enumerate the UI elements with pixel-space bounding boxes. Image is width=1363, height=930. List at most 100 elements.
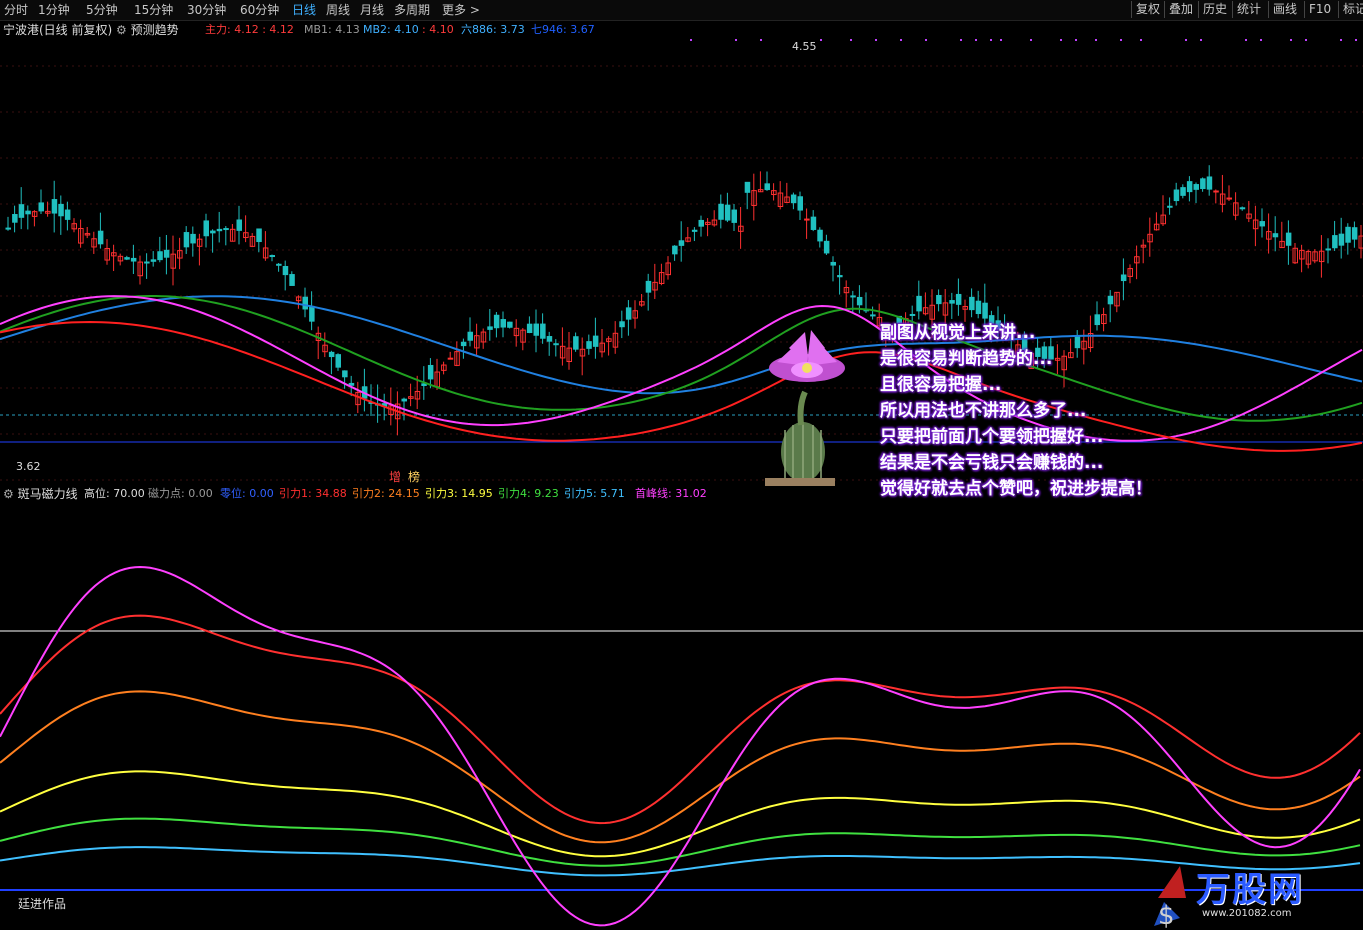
watermark-url: www.201082.com bbox=[1202, 908, 1292, 919]
candle-body bbox=[1107, 295, 1114, 305]
tab-more[interactable]: 更多 > bbox=[442, 2, 480, 18]
indicator-label: 预测趋势 bbox=[130, 23, 179, 37]
signal-dot bbox=[1260, 39, 1262, 41]
candle-body bbox=[157, 251, 163, 261]
cactus-flower-image bbox=[765, 330, 845, 486]
gear-icon[interactable]: ⚙ bbox=[116, 23, 127, 37]
candle-body bbox=[1226, 197, 1232, 200]
candle-body bbox=[447, 357, 454, 360]
signal-dot bbox=[990, 39, 992, 41]
signal-dot bbox=[1305, 39, 1307, 41]
candle-body bbox=[64, 209, 71, 220]
candle-body bbox=[586, 341, 592, 349]
candle-body bbox=[269, 255, 275, 258]
signal-dot bbox=[690, 39, 692, 41]
author-label: 廷进作品 bbox=[18, 897, 67, 911]
candle-body bbox=[830, 261, 836, 266]
candle-body bbox=[342, 370, 348, 378]
candle-body bbox=[1167, 205, 1173, 208]
candle-body bbox=[1200, 178, 1206, 190]
tab-30min[interactable]: 30分钟 bbox=[187, 2, 226, 18]
tab-1min[interactable]: 1分钟 bbox=[38, 2, 70, 18]
candle-body bbox=[309, 305, 315, 322]
tab-60min[interactable]: 60分钟 bbox=[240, 2, 279, 18]
signal-dot bbox=[760, 39, 762, 41]
candle-body bbox=[764, 183, 770, 191]
watermark-brand: 万股网 bbox=[1196, 870, 1304, 910]
candle-body bbox=[540, 323, 546, 339]
candle-body bbox=[1345, 226, 1351, 243]
tab-daily[interactable]: 日线 bbox=[292, 2, 316, 18]
overlay-line-5: 结果是不会亏钱只会赚钱的... bbox=[880, 453, 1104, 473]
candle-body bbox=[1259, 221, 1265, 227]
candle-body bbox=[982, 302, 988, 319]
candle-body bbox=[1338, 233, 1345, 246]
signal-dot bbox=[925, 39, 927, 41]
tab-15min[interactable]: 15分钟 bbox=[134, 2, 173, 18]
candle-body bbox=[500, 319, 506, 328]
candle-body bbox=[724, 204, 731, 221]
stock-title[interactable]: 宁波港(日线 前复权) bbox=[3, 23, 112, 37]
candle-body bbox=[823, 240, 830, 254]
gear-icon[interactable]: ⚙ bbox=[3, 487, 14, 501]
candle-body bbox=[797, 196, 803, 211]
candle-body bbox=[1186, 181, 1193, 193]
tab-fenshi[interactable]: 分时 bbox=[4, 2, 28, 18]
sub-value-4: 引力2: 24.15 bbox=[352, 487, 420, 500]
signal-dot bbox=[900, 39, 902, 41]
candle-body bbox=[223, 228, 229, 231]
sub-indicator-label: 斑马磁力线 bbox=[17, 487, 78, 501]
signal-dot bbox=[975, 39, 977, 41]
f10-button[interactable]: F10 bbox=[1304, 1, 1331, 18]
candle-body bbox=[619, 321, 625, 328]
mark-button[interactable]: 标记 bbox=[1338, 1, 1363, 18]
candlestick-chart[interactable] bbox=[0, 36, 1363, 484]
candle-body bbox=[546, 336, 553, 342]
candle-body bbox=[870, 314, 876, 317]
overlay-line-4: 只要把前面几个要领把握好... bbox=[880, 427, 1104, 447]
indicator-name[interactable]: ⚙ 预测趋势 bbox=[116, 23, 179, 37]
ma-red-line bbox=[0, 320, 1363, 452]
candle-body bbox=[5, 227, 11, 230]
sub-indicator-name[interactable]: ⚙ 斑马磁力线 bbox=[3, 487, 78, 501]
overlay-line-3: 所以用法也不讲那么多了... bbox=[880, 401, 1087, 421]
stats-button[interactable]: 统计 bbox=[1232, 1, 1261, 18]
ma-value-2: MB2: 4.10 bbox=[363, 23, 419, 36]
tab-5min[interactable]: 5分钟 bbox=[86, 2, 118, 18]
signal-dot bbox=[1095, 39, 1097, 41]
candle-body bbox=[1213, 190, 1219, 193]
tab-multi-period[interactable]: 多周期 bbox=[394, 2, 430, 18]
candle-body bbox=[427, 364, 434, 380]
signal-dot bbox=[850, 39, 852, 41]
candle-body bbox=[1173, 189, 1180, 202]
signal-dot bbox=[735, 39, 737, 41]
history-button[interactable]: 历史 bbox=[1198, 1, 1227, 18]
candle-body bbox=[203, 220, 209, 237]
overlay-button[interactable]: 叠加 bbox=[1164, 1, 1193, 18]
high-price-label: 4.55 bbox=[792, 40, 817, 53]
candle-body bbox=[916, 295, 922, 312]
candle-body bbox=[289, 274, 295, 286]
signal-dot bbox=[1075, 39, 1077, 41]
draw-button[interactable]: 画线 bbox=[1268, 1, 1297, 18]
signal-dot bbox=[1120, 39, 1122, 41]
candle-body bbox=[401, 398, 407, 402]
candle-body bbox=[856, 296, 863, 306]
marker-bang: 榜 bbox=[408, 470, 421, 484]
signal-dot bbox=[960, 39, 962, 41]
tab-monthly[interactable]: 月线 bbox=[360, 2, 384, 18]
tab-weekly[interactable]: 周线 bbox=[326, 2, 350, 18]
overlay-line-1: 是很容易判断趋势的... bbox=[880, 349, 1053, 369]
sub-value-0: 高位: 70.00 bbox=[84, 487, 145, 500]
fuquan-button[interactable]: 复权 bbox=[1131, 1, 1160, 18]
overlay-line-0: 副图从视觉上来讲... bbox=[880, 323, 1036, 343]
candle-body bbox=[12, 214, 18, 223]
candle-body bbox=[553, 343, 559, 346]
candle-body bbox=[850, 295, 856, 298]
candle-body bbox=[533, 323, 539, 336]
low-price-label: 3.62 bbox=[16, 460, 41, 473]
candle-body bbox=[678, 240, 685, 246]
candle-body bbox=[1193, 184, 1199, 190]
candle-body bbox=[691, 229, 698, 232]
candle-body bbox=[487, 326, 493, 330]
